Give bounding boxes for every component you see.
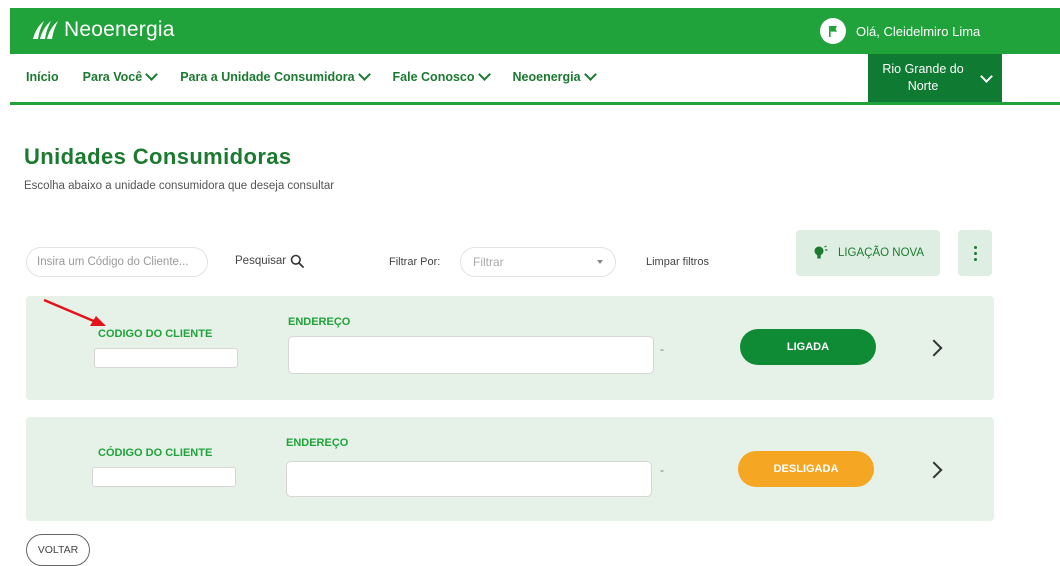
nav-item-label: Início	[26, 70, 59, 84]
chevron-down-icon	[477, 68, 491, 81]
region-line-2: Norte	[907, 79, 939, 93]
nav-menu: Início Para Você Para a Unidade Consumid…	[26, 68, 619, 84]
filter-by-label: Filtrar Por:	[389, 256, 441, 268]
nav-item-unidade-consumidora[interactable]: Para a Unidade Consumidora	[180, 68, 371, 84]
dropdown-arrow-icon	[597, 260, 603, 264]
clear-filters-link[interactable]: Limpar filtros	[646, 256, 709, 268]
nav-item-label: Para a Unidade Consumidora	[180, 70, 355, 84]
search-button-label: Pesquisar	[235, 255, 287, 267]
user-avatar	[820, 18, 846, 44]
brand-name: Neoenergia	[64, 18, 175, 41]
chevron-right-icon[interactable]	[925, 339, 943, 357]
region-label: Rio Grande do Norte	[868, 61, 978, 95]
nav-item-inicio[interactable]: Início	[26, 70, 59, 84]
red-arrow-annotation-icon	[43, 298, 106, 326]
client-code-label: CÓDIGO DO CLIENTE	[98, 447, 213, 459]
new-connection-label: LIGAÇÃO NOVA	[837, 247, 925, 259]
chevron-right-icon[interactable]	[925, 461, 943, 479]
nav-item-fale-conosco[interactable]: Fale Conosco	[392, 68, 491, 84]
brand-logo[interactable]: Neoenergia	[30, 18, 175, 42]
nav-item-label: Para Você	[82, 70, 143, 84]
page-title: Unidades Consumidoras	[24, 144, 292, 169]
consumer-unit-card: CÓDIGO DO CLIENTE ENDEREÇO - DESLIGADA	[26, 417, 994, 521]
filter-select-value: Filtrar	[473, 255, 504, 269]
address-field	[288, 336, 654, 374]
separator: -	[660, 463, 664, 477]
consumer-unit-card: CODIGO DO CLIENTE ENDEREÇO - LIGADA	[26, 296, 994, 400]
chevron-down-icon	[145, 68, 159, 81]
client-code-field	[94, 348, 238, 368]
client-code-label: CODIGO DO CLIENTE	[98, 328, 213, 340]
client-code-field	[92, 467, 236, 487]
separator: -	[660, 342, 664, 356]
main-navigation: Início Para Você Para a Unidade Consumid…	[10, 54, 1060, 105]
top-bar: Neoenergia Olá, Cleidelmiro Lima	[10, 8, 1060, 54]
address-label: ENDEREÇO	[286, 437, 349, 449]
neoenergia-leaf-icon	[33, 21, 58, 39]
filter-select[interactable]: Filtrar	[460, 247, 616, 277]
search-icon	[290, 254, 305, 268]
vertical-dots-icon	[973, 245, 977, 261]
page-subtitle: Escolha abaixo a unidade consumidora que…	[24, 180, 335, 192]
user-menu[interactable]: Olá, Cleidelmiro Lima	[820, 18, 980, 44]
status-badge[interactable]: DESLIGADA	[738, 451, 874, 487]
flag-icon	[829, 26, 837, 37]
region-selector[interactable]: Rio Grande do Norte	[868, 54, 1002, 102]
address-field	[286, 461, 652, 497]
nav-item-label: Neoenergia	[512, 70, 581, 84]
address-label: ENDEREÇO	[288, 316, 351, 328]
region-line-1: Rio Grande do	[882, 62, 964, 76]
user-greeting: Olá, Cleidelmiro Lima	[856, 23, 981, 39]
back-button[interactable]: VOLTAR	[26, 534, 90, 566]
more-options-button[interactable]	[958, 230, 992, 276]
chevron-down-icon	[980, 69, 993, 83]
nav-item-para-voce[interactable]: Para Você	[82, 68, 159, 84]
chevron-down-icon	[357, 68, 371, 81]
lightbulb-icon	[814, 245, 828, 259]
new-connection-button[interactable]: LIGAÇÃO NOVA	[796, 230, 940, 276]
search-button[interactable]: Pesquisar	[235, 254, 305, 268]
nav-item-label: Fale Conosco	[392, 70, 475, 84]
client-code-search-input[interactable]	[26, 247, 208, 277]
status-badge[interactable]: LIGADA	[740, 329, 876, 365]
nav-item-neoenergia[interactable]: Neoenergia	[512, 68, 597, 84]
chevron-down-icon	[583, 68, 597, 81]
